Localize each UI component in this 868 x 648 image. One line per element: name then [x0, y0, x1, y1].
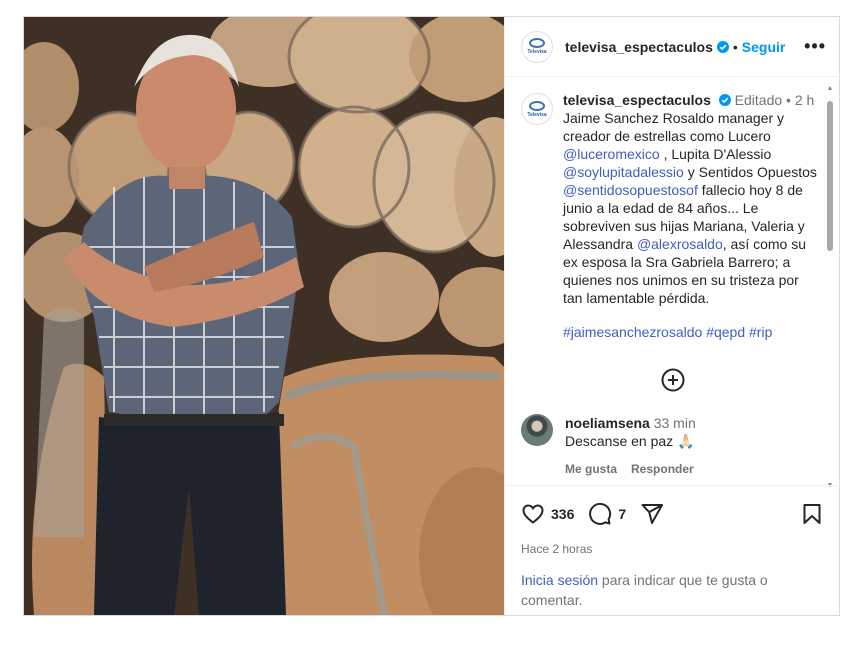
caption-text: , Lupita D'Alessio	[659, 146, 772, 162]
comment-reply-button[interactable]: Responder	[631, 462, 694, 476]
televisa-logo-icon	[529, 38, 545, 48]
share-send-icon[interactable]	[640, 502, 664, 526]
follow-separator: •	[732, 38, 738, 55]
caption-username[interactable]: televisa_espectaculos	[563, 92, 711, 108]
comment-item: noeliamsena 33 min Descanse en paz 🙏🏻 Me…	[505, 392, 840, 478]
comment-actions: Me gusta Responder	[565, 460, 708, 478]
load-more-comments-icon[interactable]	[661, 368, 685, 392]
more-options-icon[interactable]: •••	[804, 36, 826, 57]
post-time-ago[interactable]: 2 h	[795, 92, 814, 108]
author-username[interactable]: televisa_espectaculos	[565, 39, 713, 55]
time-separator: •	[786, 92, 791, 108]
caption-text: y Sentidos Opuestos	[683, 164, 817, 180]
mention-link[interactable]: @sentidosopuestosof	[563, 182, 698, 198]
like-heart-icon[interactable]	[521, 502, 545, 526]
televisa-logo-icon	[529, 100, 545, 111]
mention-link[interactable]: @alexrosaldo	[637, 236, 723, 252]
comment-bubble-icon[interactable]	[588, 502, 612, 526]
post-actions: 336 7 Hace 2 horas	[505, 485, 840, 556]
mention-link[interactable]: @luceromexico	[563, 146, 660, 162]
likes-count[interactable]: 336	[551, 506, 574, 522]
post-photo[interactable]	[24, 17, 504, 615]
commenter-username[interactable]: noeliamsena	[565, 415, 650, 431]
caption-body: televisa_espectaculos Editado • 2 h Jaim…	[563, 91, 822, 341]
verified-badge-icon	[716, 40, 729, 53]
post-image	[24, 17, 504, 615]
post-card: Televisa televisa_espectaculos • Seguir …	[23, 16, 840, 616]
post-header: Televisa televisa_espectaculos • Seguir …	[505, 17, 840, 77]
verified-badge-icon	[718, 94, 731, 106]
comment-text: Descanse en paz 🙏🏻	[565, 433, 695, 449]
caption-text: Jaime Sanchez Rosaldo manager y creador …	[563, 110, 785, 144]
avatar-logo-text: Televisa	[527, 111, 547, 118]
mention-link[interactable]: @soylupitadalessio	[563, 164, 684, 180]
login-prompt: Inicia sesión para indicar que te gusta …	[521, 570, 821, 610]
scrollbar[interactable]: ▲ ▼	[826, 85, 834, 490]
post-date[interactable]: Hace 2 horas	[521, 542, 824, 556]
caption-author-avatar[interactable]: Televisa	[521, 93, 553, 125]
comment-time: 33 min	[653, 415, 696, 431]
follow-button[interactable]: Seguir	[742, 39, 786, 55]
post-side-panel: Televisa televisa_espectaculos • Seguir …	[504, 17, 840, 615]
commenter-avatar[interactable]	[521, 414, 553, 446]
hashtags[interactable]: #jaimesanchezrosaldo #qepd #rip	[563, 323, 822, 341]
scroll-up-arrow-icon[interactable]: ▲	[826, 85, 834, 93]
action-row: 336 7	[521, 500, 824, 528]
comment-body: noeliamsena 33 min Descanse en paz 🙏🏻 Me…	[565, 414, 708, 478]
comments-scroll-area[interactable]: Televisa televisa_espectaculos Editado •…	[505, 77, 840, 484]
comments-count[interactable]: 7	[618, 506, 626, 522]
edited-label: Editado	[734, 92, 783, 108]
save-bookmark-icon[interactable]	[800, 502, 824, 526]
comment-like-button[interactable]: Me gusta	[565, 462, 617, 476]
avatar-logo-text: Televisa	[527, 49, 547, 55]
scrollbar-thumb[interactable]	[827, 101, 833, 251]
author-avatar[interactable]: Televisa	[521, 30, 553, 63]
caption: Televisa televisa_espectaculos Editado •…	[505, 77, 840, 341]
login-link[interactable]: Inicia sesión	[521, 572, 598, 588]
